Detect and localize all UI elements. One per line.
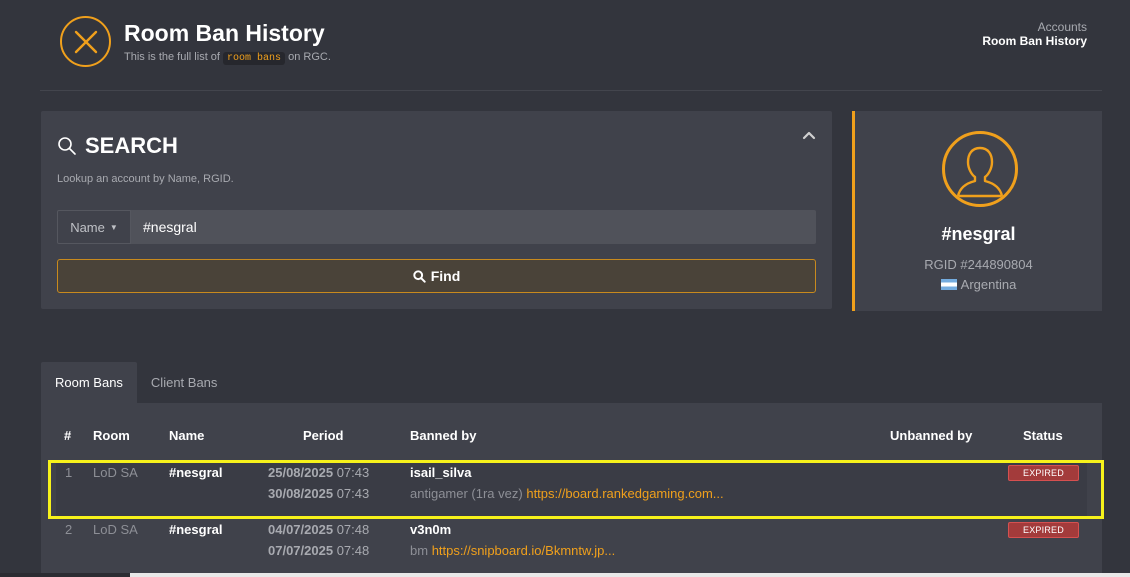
column-header-banned-by: Banned by bbox=[410, 428, 477, 443]
search-panel: SEARCH Lookup an account by Name, RGID. … bbox=[41, 111, 832, 309]
tab-room-bans[interactable]: Room Bans bbox=[41, 362, 137, 403]
row-room: LoD SA bbox=[93, 522, 138, 537]
search-row: Name ▼ bbox=[57, 210, 816, 244]
row-name[interactable]: #nesgral bbox=[169, 522, 222, 537]
row-banned-by[interactable]: isail_silva bbox=[410, 465, 471, 480]
profile-rgid: RGID #244890804 bbox=[924, 257, 1033, 272]
row-period-end: 07/07/2025 07:48 bbox=[268, 543, 370, 558]
profile-name: #nesgral bbox=[941, 224, 1016, 244]
column-header-room: Room bbox=[93, 428, 130, 443]
breadcrumb-accounts[interactable]: Accounts bbox=[982, 20, 1087, 34]
search-icon bbox=[413, 269, 426, 283]
header-divider bbox=[40, 90, 1102, 91]
column-header-status: Status bbox=[1023, 428, 1063, 443]
row-reason-link[interactable]: https://board.rankedgaming.com... bbox=[526, 486, 723, 501]
chevron-up-icon[interactable] bbox=[802, 127, 816, 143]
table-row[interactable]: 1 LoD SA #nesgral 25/08/2025 07:43 30/08… bbox=[56, 460, 1087, 516]
search-input[interactable] bbox=[131, 210, 816, 244]
column-header-period: Period bbox=[303, 428, 344, 443]
user-silhouette-icon bbox=[942, 131, 1018, 207]
row-room: LoD SA bbox=[93, 465, 138, 480]
row-index: 2 bbox=[65, 522, 73, 537]
breadcrumb: Accounts Room Ban History bbox=[982, 20, 1087, 48]
row-period-start: 25/08/2025 07:43 bbox=[268, 465, 370, 480]
tab-client-bans[interactable]: Client Bans bbox=[137, 362, 231, 403]
column-header-unbanned-by: Unbanned by bbox=[890, 428, 973, 443]
table-row[interactable]: 2 LoD SA #nesgral 04/07/2025 07:48 07/07… bbox=[56, 517, 1087, 573]
search-icon bbox=[58, 137, 76, 155]
search-description: Lookup an account by Name, RGID. bbox=[57, 173, 234, 185]
row-name[interactable]: #nesgral bbox=[169, 465, 222, 480]
subtitle-code: room bans bbox=[223, 52, 286, 65]
profile-country: Argentina bbox=[855, 277, 1102, 292]
row-reason: antigamer (1ra vez) https://board.ranked… bbox=[410, 486, 724, 501]
row-period-end: 30/08/2025 07:43 bbox=[268, 486, 370, 501]
status-badge: EXPIRED bbox=[1008, 465, 1079, 481]
row-index: 1 bbox=[65, 465, 73, 480]
row-period-start: 04/07/2025 07:48 bbox=[268, 522, 370, 537]
bans-table: # Room Name Period Banned by Unbanned by… bbox=[41, 403, 1102, 577]
profile-card: #nesgral RGID #244890804 Argentina bbox=[852, 111, 1102, 311]
row-banned-by[interactable]: v3n0m bbox=[410, 522, 451, 537]
page-title: Room Ban History bbox=[124, 20, 325, 46]
page-header: Room Ban History This is the full list o… bbox=[0, 0, 1130, 92]
argentina-flag-icon bbox=[940, 279, 957, 290]
search-type-dropdown[interactable]: Name ▼ bbox=[57, 210, 131, 244]
search-title: SEARCH bbox=[57, 133, 178, 159]
status-badge: EXPIRED bbox=[1008, 522, 1079, 538]
column-header-name: Name bbox=[169, 428, 205, 443]
bottom-scroll-strip bbox=[0, 573, 1130, 577]
row-reason-link[interactable]: https://snipboard.io/Bkmntw.jp... bbox=[432, 543, 616, 558]
row-reason: bm https://snipboard.io/Bkmntw.jp... bbox=[410, 543, 616, 558]
close-circle-icon bbox=[60, 16, 111, 67]
page-subtitle: This is the full list of room bans on RG… bbox=[124, 51, 331, 65]
tab-bar: Room Bans Client Bans bbox=[41, 362, 231, 403]
caret-down-icon: ▼ bbox=[109, 222, 118, 232]
breadcrumb-current: Room Ban History bbox=[982, 34, 1087, 48]
column-header-index: # bbox=[64, 428, 72, 443]
find-button[interactable]: Find bbox=[57, 259, 816, 293]
